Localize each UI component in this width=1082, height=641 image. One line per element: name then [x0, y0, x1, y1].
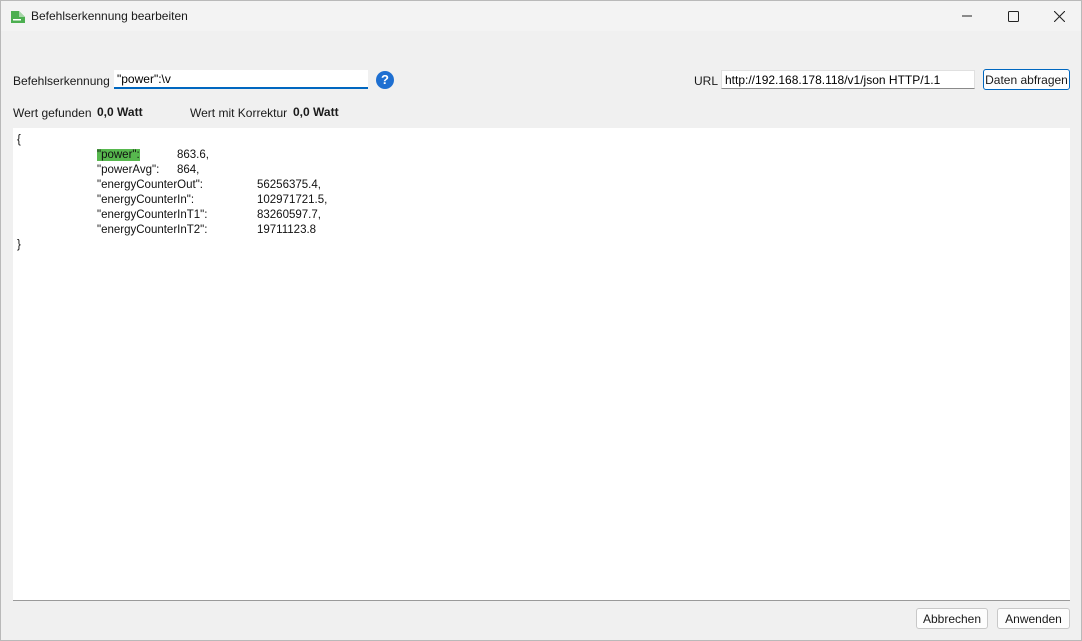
json-response-view[interactable]: { "power": 863.6, "powerAvg": 864, "ener… — [13, 128, 1070, 601]
command-label: Befehlserkennung — [13, 74, 110, 88]
json-key-energycounterint1: "energyCounterInT1": — [97, 209, 208, 221]
maximize-button[interactable] — [990, 1, 1036, 31]
apply-button[interactable]: Anwenden — [997, 608, 1070, 629]
json-value-energycounterin: 102971721.5, — [257, 194, 328, 206]
found-label: Wert gefunden — [13, 106, 92, 120]
url-label: URL — [694, 74, 719, 88]
cancel-button[interactable]: Abbrechen — [916, 608, 988, 629]
json-key-power: "power": — [97, 149, 140, 161]
json-open-brace: { — [17, 134, 21, 146]
app-icon — [10, 8, 26, 24]
json-key-poweravg: "powerAvg": — [97, 164, 160, 176]
fetch-data-button[interactable]: Daten abfragen — [983, 69, 1070, 90]
help-icon[interactable]: ? — [376, 71, 394, 89]
corrected-value: 0,0 Watt — [293, 105, 339, 119]
window-title: Befehlserkennung bearbeiten — [31, 9, 188, 23]
minimize-button[interactable] — [944, 1, 990, 31]
json-key-energycounterout: "energyCounterOut": — [97, 179, 203, 191]
corrected-label: Wert mit Korrektur — [190, 106, 288, 120]
close-button[interactable] — [1036, 1, 1082, 31]
json-key-energycounterint2: "energyCounterInT2": — [97, 224, 208, 236]
json-value-energycounterint1: 83260597.7, — [257, 209, 321, 221]
dialog-window: Befehlserkennung bearbeiten Befehlserken… — [0, 0, 1082, 641]
json-close-brace: } — [17, 239, 21, 251]
json-value-energycounterint2: 19711123.8 — [257, 224, 317, 236]
json-value-power: 863.6, — [177, 149, 209, 161]
json-value-energycounterout: 56256375.4, — [257, 179, 321, 191]
command-input[interactable] — [114, 70, 368, 89]
url-input[interactable] — [721, 70, 975, 89]
found-value: 0,0 Watt — [97, 105, 143, 119]
json-value-poweravg: 864, — [177, 164, 200, 176]
json-key-energycounterin: "energyCounterIn": — [97, 194, 195, 206]
title-bar: Befehlserkennung bearbeiten — [1, 1, 1081, 31]
